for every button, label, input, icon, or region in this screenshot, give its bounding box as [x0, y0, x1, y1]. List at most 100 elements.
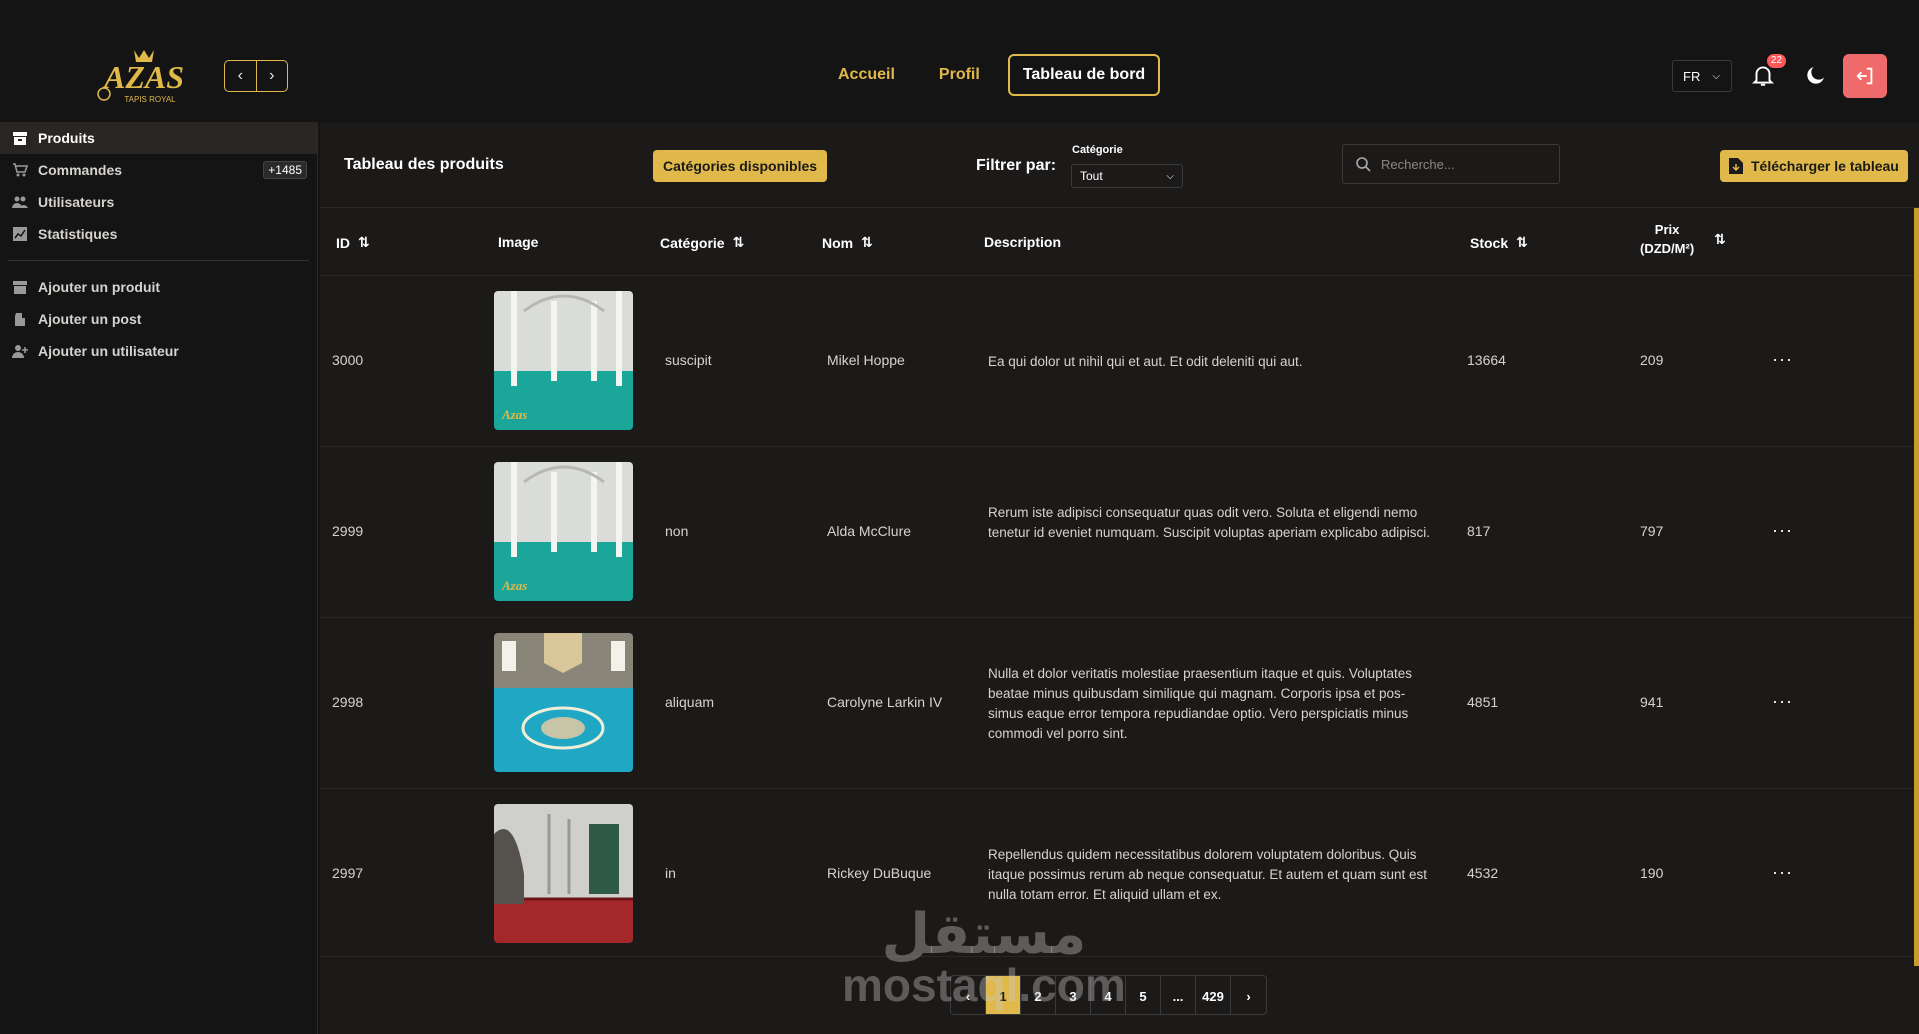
nav-profile[interactable]: Profil: [917, 66, 1002, 84]
sidebar-item-label: Produits: [38, 130, 95, 146]
table-row[interactable]: 2999 Azas non Alda McClure Rerum iste ad…: [320, 447, 1919, 618]
sidebar-item-label: Statistiques: [38, 226, 118, 242]
header-price[interactable]: Prix (DZD/M²) ⇅: [1640, 220, 1726, 258]
more-options-icon[interactable]: ···: [1772, 521, 1793, 539]
cell-description: Nulla et dolor veritatis molestiae praes…: [988, 666, 1412, 741]
table-title: Tableau des produits: [344, 156, 504, 173]
header-stock[interactable]: Stock ⇅: [1470, 234, 1528, 251]
header-category[interactable]: Catégorie ⇅: [660, 234, 744, 251]
cell-category: suscipit: [665, 352, 712, 368]
more-options-icon[interactable]: ···: [1772, 350, 1793, 368]
page-3[interactable]: 3: [1056, 976, 1091, 1014]
search-icon: [1356, 157, 1371, 172]
header-description: Description: [984, 234, 1061, 250]
search-box: [1342, 144, 1560, 184]
app-header: AZAS TAPIS ROYAL ‹ › Accueil Profil Tabl…: [0, 0, 1919, 122]
table-row[interactable]: 2997 in Rickey DuBuque Repellendus quide…: [320, 789, 1919, 957]
svg-text:TAPIS ROYAL: TAPIS ROYAL: [124, 95, 176, 104]
svg-text:AZAS: AZAS: [102, 59, 184, 95]
user-add-icon: [12, 343, 28, 359]
next-page-icon[interactable]: ›: [1231, 976, 1266, 1014]
prev-page-icon[interactable]: ‹: [951, 976, 986, 1014]
cell-stock: 13664: [1467, 352, 1506, 368]
cell-category: in: [665, 865, 676, 881]
logout-icon: [1856, 67, 1873, 85]
cell-price: 209: [1640, 352, 1664, 368]
table-row[interactable]: 2998 aliquam Carolyne Larkin IV Nulla et…: [320, 618, 1919, 789]
filter-label: Filtrer par:: [976, 157, 1057, 174]
more-options-icon[interactable]: ···: [1772, 692, 1793, 710]
cell-id: 3000: [332, 352, 364, 368]
header-label: Description: [984, 234, 1062, 250]
azas-logo: AZAS TAPIS ROYAL: [97, 50, 184, 104]
sidebar-item-statistiques[interactable]: Statistiques: [0, 218, 317, 250]
search-input[interactable]: [1381, 156, 1541, 172]
header-label: Image: [498, 234, 539, 250]
post-add-icon: [12, 311, 28, 327]
cell-category: non: [665, 523, 689, 539]
chevron-down-icon: ⌵: [1712, 70, 1720, 82]
svg-text:Azas: Azas: [501, 407, 527, 422]
categories-button[interactable]: Catégories disponibles: [653, 150, 828, 182]
page-4[interactable]: 4: [1091, 976, 1126, 1014]
header-id[interactable]: ID ⇅: [336, 234, 370, 251]
cell-id: 2999: [332, 523, 364, 539]
sidebar-item-add-product[interactable]: Ajouter un produit: [0, 271, 317, 303]
page-429[interactable]: 429: [1196, 976, 1231, 1014]
product-image: Azas: [494, 462, 633, 601]
history-arrows: ‹ ›: [224, 60, 288, 92]
cell-name: Mikel Hoppe: [827, 352, 905, 368]
cart-icon: [12, 162, 28, 178]
page-5[interactable]: 5: [1126, 976, 1161, 1014]
box-add-icon: [12, 279, 28, 295]
box-icon: [12, 130, 28, 146]
table-row[interactable]: 3000 Azas suscipit Mikel Hoppe Ea qui do…: [320, 276, 1919, 447]
forward-arrow-icon[interactable]: ›: [257, 61, 288, 91]
category-select[interactable]: Tout ⌵: [1071, 164, 1183, 188]
more-options-icon[interactable]: ···: [1772, 863, 1793, 881]
sidebar-item-produits[interactable]: Produits: [0, 122, 317, 154]
sort-icon: ⇅: [1714, 230, 1726, 247]
header-image: Image: [498, 234, 538, 250]
back-arrow-icon[interactable]: ‹: [225, 61, 257, 91]
table-header: ID ⇅ Image Catégorie ⇅ Nom ⇅ Description St…: [320, 208, 1919, 276]
cell-price: 797: [1640, 523, 1664, 539]
header-price-line2: (DZD/M²): [1640, 241, 1695, 256]
cell-stock: 4851: [1467, 694, 1499, 710]
cell-name: Carolyne Larkin IV: [827, 694, 943, 710]
sidebar-item-add-post[interactable]: Ajouter un post: [0, 303, 317, 335]
scrollbar-thumb[interactable]: [1914, 208, 1919, 966]
sidebar-item-label: Ajouter un produit: [38, 279, 161, 295]
page-1[interactable]: 1: [986, 976, 1021, 1014]
svg-text:Azas: Azas: [501, 578, 527, 593]
moon-icon[interactable]: [1804, 63, 1828, 87]
cell-name: Rickey DuBuque: [827, 865, 932, 881]
language-select[interactable]: FR ⌵: [1672, 60, 1732, 92]
nav-dashboard[interactable]: Tableau de bord: [1007, 54, 1161, 96]
header-label: Catégorie: [660, 234, 725, 251]
nav-home[interactable]: Accueil: [816, 66, 917, 84]
notification-badge: 22: [1766, 54, 1786, 68]
sidebar-item-commandes[interactable]: Commandes +1485: [0, 154, 317, 186]
page-2[interactable]: 2: [1021, 976, 1056, 1014]
cell-name: Alda McClure: [827, 523, 912, 539]
chevron-down-icon: ⌵: [1166, 170, 1174, 182]
sidebar-item-label: Ajouter un utilisateur: [38, 343, 179, 359]
sidebar-item-add-user[interactable]: Ajouter un utilisateur: [0, 335, 317, 367]
category-filter-label: Catégorie: [1072, 144, 1123, 156]
notifications-button[interactable]: 22: [1750, 54, 1786, 88]
header-name[interactable]: Nom ⇅: [822, 234, 873, 251]
category-select-value: Tout: [1080, 169, 1103, 183]
top-nav: Accueil Profil Tableau de bord: [816, 54, 1161, 96]
orders-count-badge: +1485: [263, 161, 307, 179]
product-image: Azas: [494, 291, 633, 430]
main-panel: Tableau des produits Catégories disponib…: [320, 122, 1919, 1034]
sidebar-item-utilisateurs[interactable]: Utilisateurs: [0, 186, 317, 218]
sort-icon: ⇅: [1516, 234, 1528, 250]
table-scrollbar[interactable]: [1914, 208, 1919, 966]
download-table-button[interactable]: Télécharger le tableau: [1720, 150, 1908, 182]
cell-id: 2998: [332, 694, 364, 710]
cell-category: aliquam: [665, 694, 715, 710]
logout-button[interactable]: [1843, 54, 1887, 98]
cell-price: 941: [1640, 694, 1664, 710]
